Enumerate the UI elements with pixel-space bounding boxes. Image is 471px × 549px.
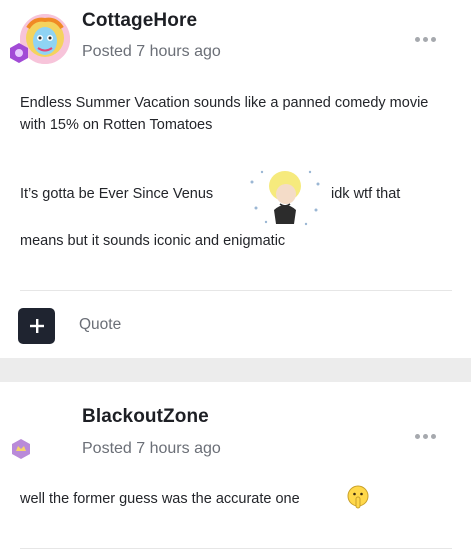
quote-button[interactable]: Quote xyxy=(79,316,121,334)
more-options-icon[interactable] xyxy=(415,34,437,44)
post-text-line: Endless Summer Vacation sounds like a pa… xyxy=(20,95,429,133)
more-options-icon[interactable] xyxy=(415,431,437,441)
post-timestamp: Posted 7 hours ago xyxy=(82,43,221,60)
plus-icon xyxy=(29,319,44,333)
rank-badge-icon xyxy=(8,42,30,64)
shushing-face-emoji xyxy=(347,485,369,511)
rank-badge-icon xyxy=(10,438,32,460)
username[interactable]: BlackoutZone xyxy=(82,406,209,428)
divider xyxy=(20,290,452,291)
post-text-line: It’s gotta be Ever Since Venus xyxy=(20,186,214,202)
post-text-line: means but it sounds iconic and enigmatic xyxy=(20,233,286,249)
username[interactable]: CottageHore xyxy=(82,10,197,32)
sticker-image xyxy=(244,164,326,230)
post-card-1: CottageHore Posted 7 hours ago Endless S… xyxy=(0,0,471,358)
post-text-line: idk wtf that xyxy=(331,186,401,202)
post-card-2 xyxy=(0,382,471,549)
post-text-line: well the former guess was the accurate o… xyxy=(20,491,300,507)
post-separator xyxy=(0,358,471,382)
add-reaction-button[interactable] xyxy=(18,308,55,344)
post-timestamp: Posted 7 hours ago xyxy=(82,440,221,457)
